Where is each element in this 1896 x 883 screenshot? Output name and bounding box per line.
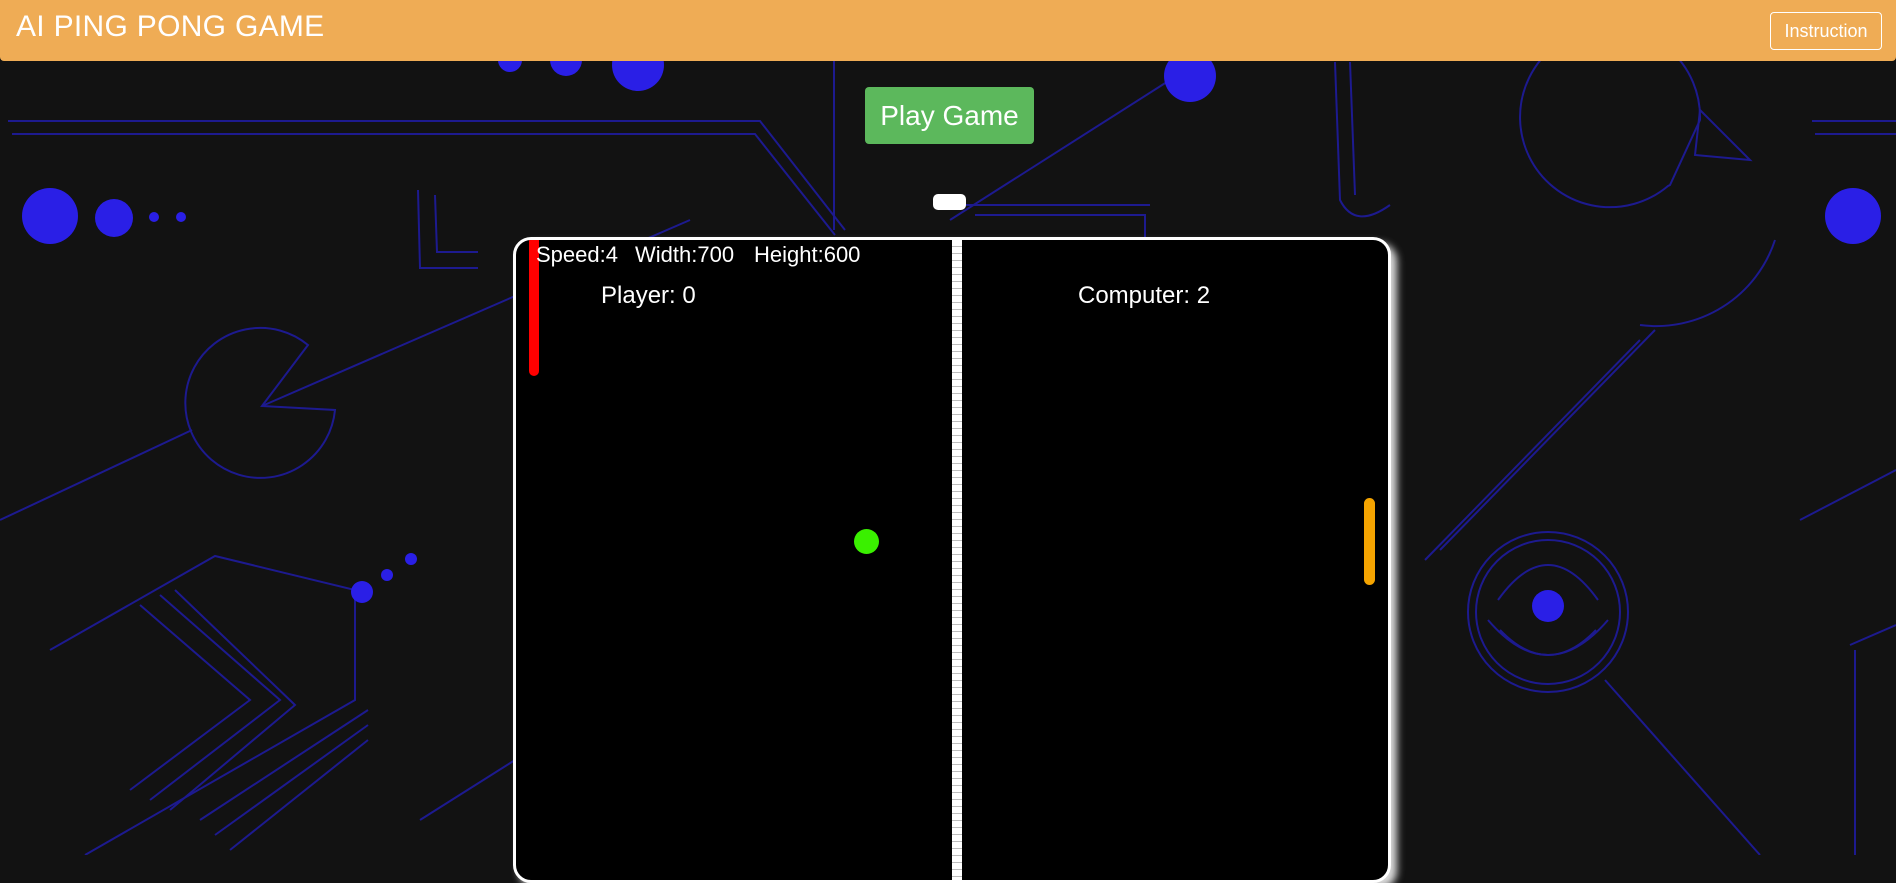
ball (854, 529, 879, 554)
toggle-handle[interactable] (933, 194, 966, 210)
height-readout: Height:600 (754, 242, 861, 267)
speed-readout: Speed:4 (536, 242, 618, 267)
play-game-button[interactable]: Play Game (865, 87, 1034, 144)
instruction-button[interactable]: Instruction (1770, 12, 1882, 50)
computer-score: Computer: 2 (1078, 282, 1211, 309)
center-net (952, 240, 962, 880)
app-title: AI PING PONG GAME (16, 10, 325, 43)
player-score: Player: 0 (601, 282, 696, 309)
computer-paddle (1364, 498, 1375, 585)
width-readout: Width:700 (635, 242, 735, 267)
game-board[interactable]: Speed:4 Width:700 Height:600 Player: 0 C… (513, 237, 1391, 883)
top-navbar: AI PING PONG GAME Instruction (0, 0, 1896, 61)
